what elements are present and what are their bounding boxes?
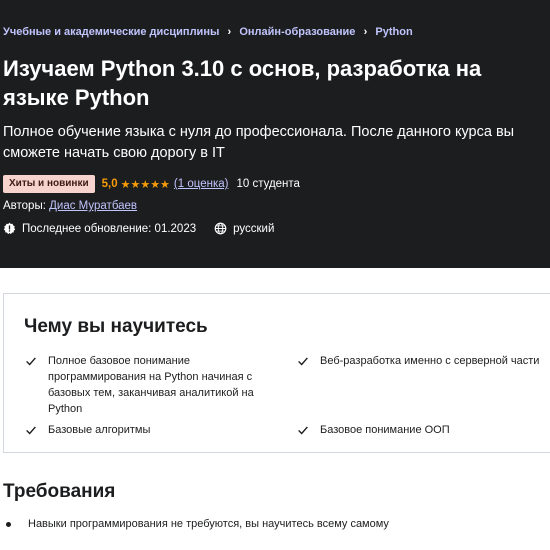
requirement-item: Навыки программирования не требуются, вы… bbox=[6, 518, 389, 530]
chevron-right-icon: › bbox=[227, 26, 232, 38]
breadcrumb: Учебные и академические дисциплины › Онл… bbox=[3, 26, 413, 38]
learn-item-text: Базовые алгоритмы bbox=[48, 424, 151, 436]
breadcrumb-item-academics[interactable]: Учебные и академические дисциплины bbox=[3, 26, 219, 38]
chevron-right-icon: › bbox=[363, 26, 368, 38]
last-updated: Последнее обновление: 01.2023 bbox=[3, 222, 196, 235]
learn-item-text: Базовое понимание ООП bbox=[320, 424, 450, 436]
requirement-text: Навыки программирования не требуются, вы… bbox=[28, 518, 389, 530]
bullet-icon bbox=[6, 521, 11, 527]
requirements-title: Требования bbox=[3, 481, 116, 502]
breadcrumb-item-python[interactable]: Python bbox=[375, 26, 412, 38]
check-icon bbox=[298, 357, 308, 366]
bestseller-badge: Хиты и новинки bbox=[3, 175, 95, 193]
globe-icon bbox=[214, 222, 227, 235]
check-icon bbox=[298, 426, 308, 435]
rating-row: Хиты и новинки 5,0 ★★★★★ (1 оценка) 10 с… bbox=[3, 175, 300, 193]
learn-item: Веб-разработка именно с серверной части bbox=[296, 353, 550, 369]
course-header: Учебные и академические дисциплины › Онл… bbox=[0, 0, 550, 268]
learn-item: Полное базовое понимание программировани… bbox=[24, 353, 254, 417]
learn-item: Базовые алгоритмы bbox=[24, 422, 254, 438]
check-icon bbox=[26, 357, 36, 366]
check-icon bbox=[26, 426, 36, 435]
language-text: русский bbox=[233, 222, 275, 235]
star-rating-icon: ★★★★★ bbox=[120, 178, 170, 191]
what-you-learn-box: Чему вы научитесь Полное базовое пониман… bbox=[3, 293, 550, 453]
learn-item-text: Веб-разработка именно с серверной части bbox=[320, 355, 540, 367]
course-subtitle: Полное обучение языка с нуля до професси… bbox=[3, 124, 515, 161]
meta-row: Последнее обновление: 01.2023 русский bbox=[3, 222, 292, 235]
ratings-count-link[interactable]: (1 оценка) bbox=[174, 178, 229, 190]
last-updated-text: Последнее обновление: 01.2023 bbox=[22, 222, 197, 235]
breadcrumb-item-online-education[interactable]: Онлайн-образование bbox=[239, 26, 355, 38]
authors-label: Авторы: bbox=[3, 200, 46, 212]
students-count: 10 студента bbox=[236, 178, 300, 190]
learn-item-text: Полное базовое понимание программировани… bbox=[48, 355, 254, 415]
rating-value: 5,0 bbox=[101, 178, 118, 190]
author-link[interactable]: Диас Муратбаев bbox=[49, 200, 137, 212]
page-title: Изучаем Python 3.10 с основ, разработка … bbox=[3, 56, 482, 110]
learn-item: Базовое понимание ООП bbox=[296, 422, 526, 438]
authors-row: Авторы: Диас Муратбаев bbox=[3, 200, 137, 212]
alert-badge-icon bbox=[3, 222, 16, 235]
what-you-learn-title: Чему вы научитесь bbox=[24, 316, 208, 337]
course-language: русский bbox=[214, 222, 274, 235]
